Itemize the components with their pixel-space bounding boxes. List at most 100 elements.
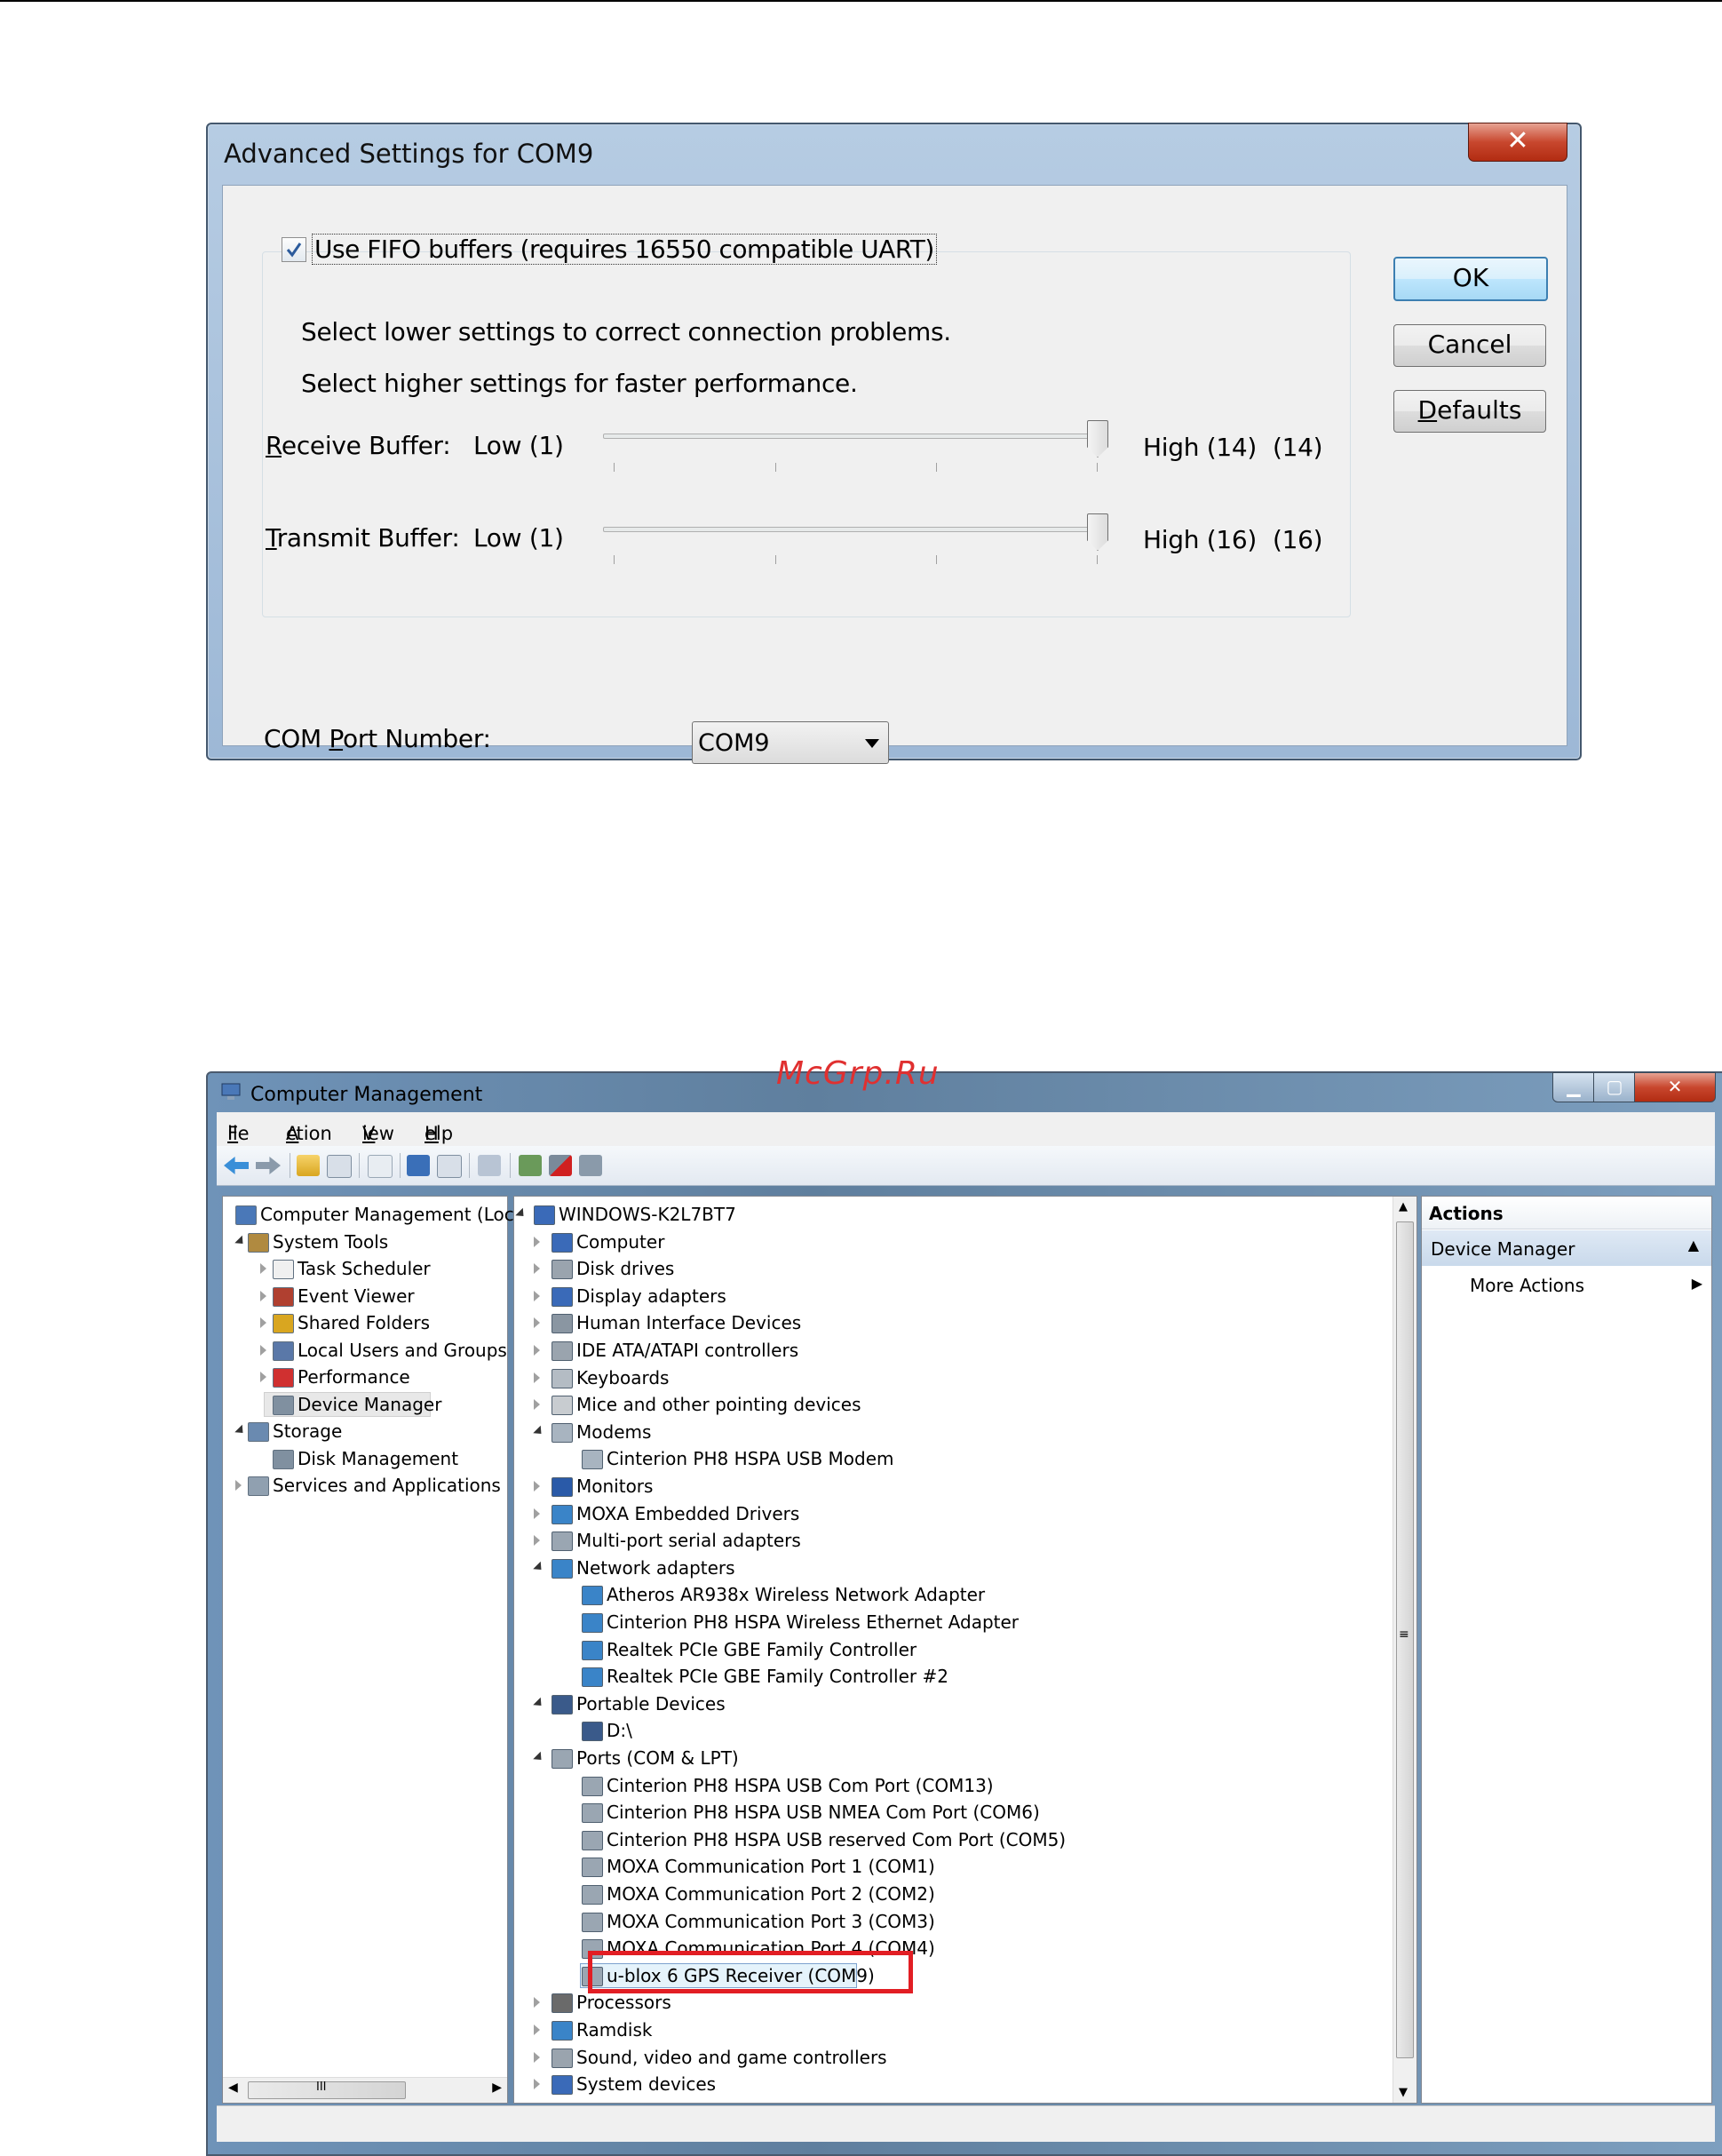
device-category[interactable]: Sound, video and game controllers [514, 2045, 1385, 2070]
device-item[interactable]: Cinterion PH8 HSPA USB NMEA Com Port (CO… [514, 1800, 1385, 1825]
tree-expand-icon[interactable] [534, 1481, 540, 1492]
back-arrow-icon[interactable] [224, 1157, 249, 1174]
device-item[interactable]: Cinterion PH8 HSPA Wireless Ethernet Ada… [514, 1610, 1385, 1635]
update-driver-icon[interactable] [519, 1155, 542, 1176]
device-item[interactable]: Cinterion PH8 HSPA USB Com Port (COM13) [514, 1773, 1385, 1798]
scroll-left-icon[interactable]: ◀ [228, 2080, 238, 2095]
scroll-down-icon[interactable]: ▼ [1399, 2086, 1408, 2099]
show-hide-tree-icon[interactable] [327, 1155, 352, 1178]
tree-expand-icon[interactable] [534, 1399, 540, 1411]
minimize-button[interactable]: ▁ [1552, 1072, 1595, 1102]
device-category[interactable]: Ramdisk [514, 2017, 1385, 2042]
device-tree-vscroll-thumb[interactable]: ≡ [1396, 1221, 1414, 2058]
tree-expand-icon[interactable] [260, 1290, 266, 1301]
device-item[interactable]: Atheros AR938x Wireless Network Adapter [514, 1582, 1385, 1607]
nav-tree-item[interactable]: Storage [223, 1419, 507, 1444]
defaults-button[interactable]: Defaults [1393, 390, 1546, 433]
tree-expand-icon[interactable] [534, 1535, 540, 1547]
nav-horizontal-scrollbar[interactable]: ◀ III ▶ [223, 2077, 507, 2103]
tree-collapse-icon[interactable] [533, 1697, 545, 1710]
device-category[interactable]: Human Interface Devices [514, 1310, 1385, 1335]
ok-button[interactable]: OK [1393, 257, 1548, 301]
device-item[interactable]: MOXA Communication Port 2 (COM2) [514, 1882, 1385, 1906]
tree-expand-icon[interactable] [534, 2051, 540, 2063]
tree-expand-icon[interactable] [235, 1480, 242, 1491]
device-category[interactable]: Portable Devices [514, 1691, 1385, 1716]
nav-tree-item[interactable]: Services and Applications [223, 1473, 507, 1498]
collapse-up-icon[interactable]: ▲ [1688, 1237, 1699, 1253]
fifo-checkbox[interactable] [282, 237, 306, 262]
tree-expand-icon[interactable] [534, 1236, 540, 1247]
tree-expand-icon[interactable] [260, 1263, 266, 1274]
nav-tree-item[interactable]: Event Viewer [223, 1284, 507, 1309]
up-folder-icon[interactable] [297, 1155, 320, 1176]
nav-tree-item[interactable]: System Tools [223, 1229, 507, 1254]
device-item[interactable]: D:\ [514, 1718, 1385, 1743]
scroll-right-icon[interactable]: ▶ [492, 2080, 502, 2095]
more-actions-item[interactable]: More Actions [1470, 1275, 1584, 1296]
uninstall-icon[interactable] [549, 1155, 572, 1176]
device-category[interactable]: Network adapters [514, 1555, 1385, 1580]
actions-section-device-manager[interactable]: Device Manager ▲ [1422, 1230, 1711, 1266]
tree-expand-icon[interactable] [534, 1997, 540, 2009]
tree-expand-icon[interactable] [534, 1345, 540, 1356]
maximize-button[interactable]: ▢ [1593, 1072, 1636, 1102]
fifo-checkbox-label[interactable]: Use FIFO buffers (requires 16550 compati… [312, 234, 937, 265]
nav-tree-item[interactable]: Performance [223, 1364, 507, 1389]
device-category[interactable]: Processors [514, 1990, 1385, 2015]
device-item[interactable]: Cinterion PH8 HSPA USB Modem [514, 1446, 1385, 1471]
device-category[interactable]: Computer [514, 1229, 1385, 1254]
dialog-close-button[interactable]: ✕ [1468, 123, 1567, 162]
nav-hscroll-thumb[interactable]: III [248, 2080, 406, 2099]
device-category[interactable]: Multi-port serial adapters [514, 1528, 1385, 1553]
tree-collapse-icon[interactable] [533, 1751, 545, 1764]
window-close-button[interactable]: ✕ [1634, 1072, 1716, 1102]
scroll-up-icon[interactable]: ▲ [1399, 1200, 1408, 1213]
nav-tree-item[interactable]: Device Manager [223, 1391, 507, 1417]
nav-tree-item[interactable]: Shared Folders [223, 1310, 507, 1335]
disable-device-icon[interactable] [579, 1155, 602, 1176]
show-hide-action-pane-icon[interactable] [437, 1155, 462, 1178]
nav-tree-item[interactable]: Local Users and Groups [223, 1338, 507, 1363]
tree-expand-icon[interactable] [260, 1372, 266, 1382]
tree-expand-icon[interactable] [534, 1263, 540, 1275]
transmit-buffer-slider[interactable] [603, 527, 1099, 532]
device-category[interactable]: Modems [514, 1420, 1385, 1444]
device-item[interactable]: Cinterion PH8 HSPA USB reserved Com Port… [514, 1827, 1385, 1852]
scan-hardware-icon[interactable] [478, 1155, 501, 1176]
nav-tree-item[interactable]: Task Scheduler [223, 1256, 507, 1281]
device-item[interactable]: Realtek PCIe GBE Family Controller [514, 1637, 1385, 1662]
device-tree-vertical-scrollbar[interactable]: ▲ ≡ ▼ [1393, 1197, 1416, 2103]
tree-expand-icon[interactable] [534, 2025, 540, 2035]
tree-collapse-icon[interactable] [234, 1235, 247, 1247]
tree-expand-icon[interactable] [534, 1290, 540, 1301]
com-port-select[interactable]: COM9 [692, 721, 889, 764]
device-category[interactable]: WINDOWS-K2L7BT7 [514, 1202, 1385, 1227]
help-icon[interactable] [407, 1155, 430, 1176]
device-item[interactable]: Realtek PCIe GBE Family Controller #2 [514, 1664, 1385, 1689]
nav-tree-item[interactable]: Disk Management [223, 1446, 507, 1471]
device-category[interactable]: Display adapters [514, 1284, 1385, 1309]
tree-expand-icon[interactable] [260, 1344, 266, 1356]
tree-expand-icon[interactable] [534, 1508, 540, 1519]
cancel-button[interactable]: Cancel [1393, 324, 1546, 367]
nav-tree-item[interactable]: Computer Management (Local [223, 1202, 530, 1227]
tree-collapse-icon[interactable] [234, 1424, 247, 1437]
device-category[interactable]: Keyboards [514, 1365, 1385, 1390]
tree-collapse-icon[interactable] [533, 1425, 545, 1438]
forward-arrow-icon[interactable] [256, 1157, 281, 1174]
device-category[interactable]: Monitors [514, 1474, 1385, 1499]
properties-icon[interactable] [368, 1155, 393, 1178]
device-category[interactable]: System devices [514, 2072, 1385, 2096]
device-item[interactable]: MOXA Communication Port 3 (COM3) [514, 1909, 1385, 1934]
device-category[interactable]: Ports (COM & LPT) [514, 1746, 1385, 1770]
receive-buffer-slider[interactable] [603, 434, 1099, 439]
tree-expand-icon[interactable] [260, 1317, 266, 1328]
device-category[interactable]: MOXA Embedded Drivers [514, 1501, 1385, 1526]
device-category[interactable]: Disk drives [514, 1256, 1385, 1281]
tree-expand-icon[interactable] [534, 1372, 540, 1383]
device-category[interactable]: Mice and other pointing devices [514, 1392, 1385, 1417]
tree-collapse-icon[interactable] [533, 1561, 545, 1574]
tree-expand-icon[interactable] [534, 2079, 540, 2090]
tree-expand-icon[interactable] [534, 1317, 540, 1329]
